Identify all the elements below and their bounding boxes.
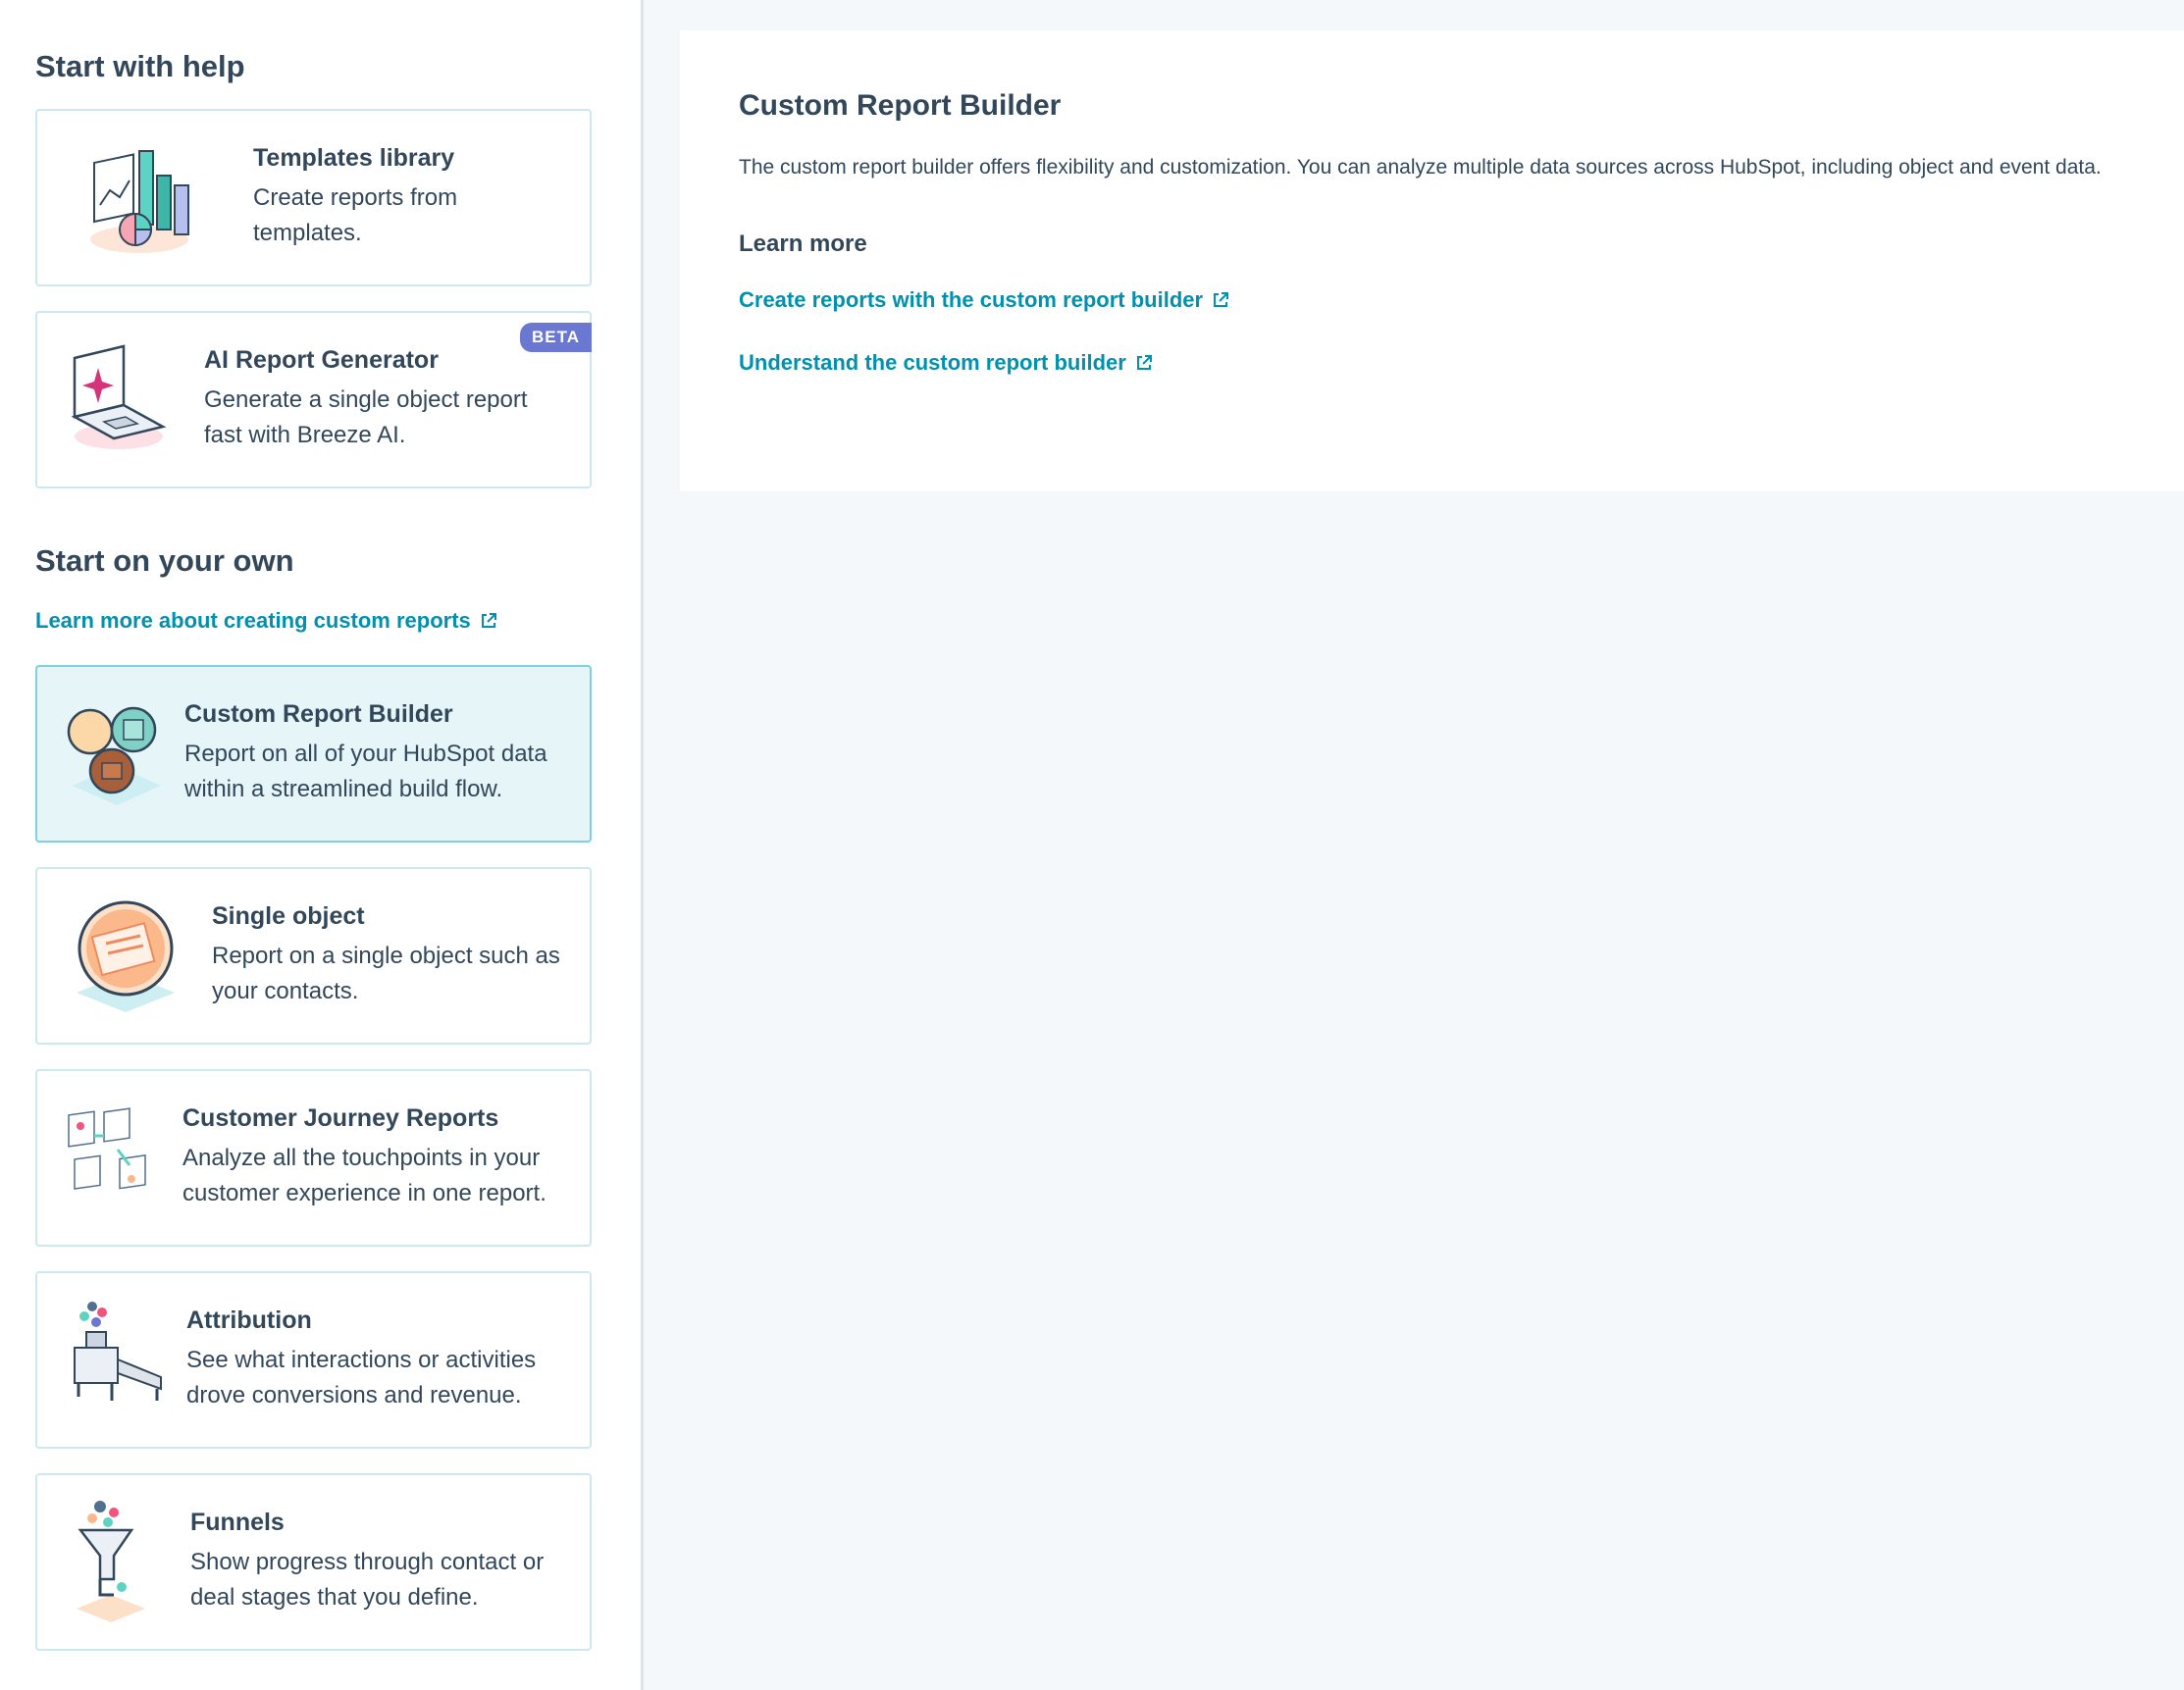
- single-object-card[interactable]: Single object Report on a single object …: [35, 867, 592, 1045]
- understand-builder-link[interactable]: Understand the custom report builder: [739, 350, 2184, 376]
- card-title: Attribution: [186, 1306, 312, 1334]
- card-description: Create reports from templates.: [253, 184, 458, 246]
- custom-report-builder-card[interactable]: Custom Report Builder Report on all of y…: [35, 665, 592, 843]
- card-title: AI Report Generator: [204, 346, 439, 374]
- external-link-icon: [481, 613, 496, 628]
- create-reports-link[interactable]: Create reports with the custom report bu…: [739, 287, 2184, 313]
- report-type-detail-panel: Custom Report Builder The custom report …: [680, 30, 2184, 491]
- funnel-icon: [77, 1501, 145, 1622]
- card-title: Customer Journey Reports: [182, 1104, 499, 1132]
- card-title: Single object: [212, 902, 365, 930]
- card-title: Funnels: [190, 1509, 285, 1536]
- link-label: Understand the custom report builder: [739, 350, 1126, 375]
- learn-more-custom-reports-link[interactable]: Learn more about creating custom reports: [35, 608, 498, 634]
- card-description: Analyze all the touchpoints in your cust…: [182, 1145, 546, 1206]
- ai-report-generator-card[interactable]: BETA AI Report Generator Generate a sing…: [35, 311, 592, 488]
- laptop-sparkle-icon: [71, 344, 167, 449]
- learn-more-heading: Learn more: [739, 230, 867, 257]
- detail-description: The custom report builder offers flexibi…: [739, 156, 2102, 179]
- start-on-your-own-heading: Start on your own: [35, 543, 294, 578]
- journey-illustration-icon: [68, 1107, 146, 1190]
- report-type-sidebar: Start with help Templates library Create…: [0, 0, 644, 1690]
- link-label: Learn more about creating custom reports: [35, 608, 471, 633]
- data-sources-illustration-icon: [67, 706, 161, 805]
- attribution-card[interactable]: Attribution See what interactions or act…: [35, 1271, 592, 1449]
- card-description: Generate a single object report fast wit…: [204, 386, 528, 448]
- start-with-help-heading: Start with help: [35, 49, 245, 83]
- detail-title: Custom Report Builder: [739, 89, 1062, 122]
- card-description: Show progress through contact or deal st…: [190, 1549, 545, 1611]
- external-link-icon: [1214, 292, 1229, 307]
- link-label: Create reports with the custom report bu…: [739, 287, 1204, 312]
- card-description: Report on all of your HubSpot data withi…: [184, 741, 547, 802]
- card-title: Custom Report Builder: [184, 700, 453, 728]
- card-description: See what interactions or activities drov…: [186, 1347, 537, 1408]
- templates-library-card[interactable]: Templates library Create reports from te…: [35, 109, 592, 286]
- attribution-machine-icon: [74, 1302, 162, 1401]
- funnels-card[interactable]: Funnels Show progress through contact or…: [35, 1473, 592, 1651]
- external-link-icon: [1136, 355, 1152, 370]
- card-title: Templates library: [253, 144, 455, 172]
- bar-chart-illustration-icon: [90, 150, 189, 253]
- single-object-illustration-icon: [77, 900, 175, 1012]
- customer-journey-reports-card[interactable]: Customer Journey Reports Analyze all the…: [35, 1069, 592, 1247]
- card-description: Report on a single object such as your c…: [212, 943, 560, 1004]
